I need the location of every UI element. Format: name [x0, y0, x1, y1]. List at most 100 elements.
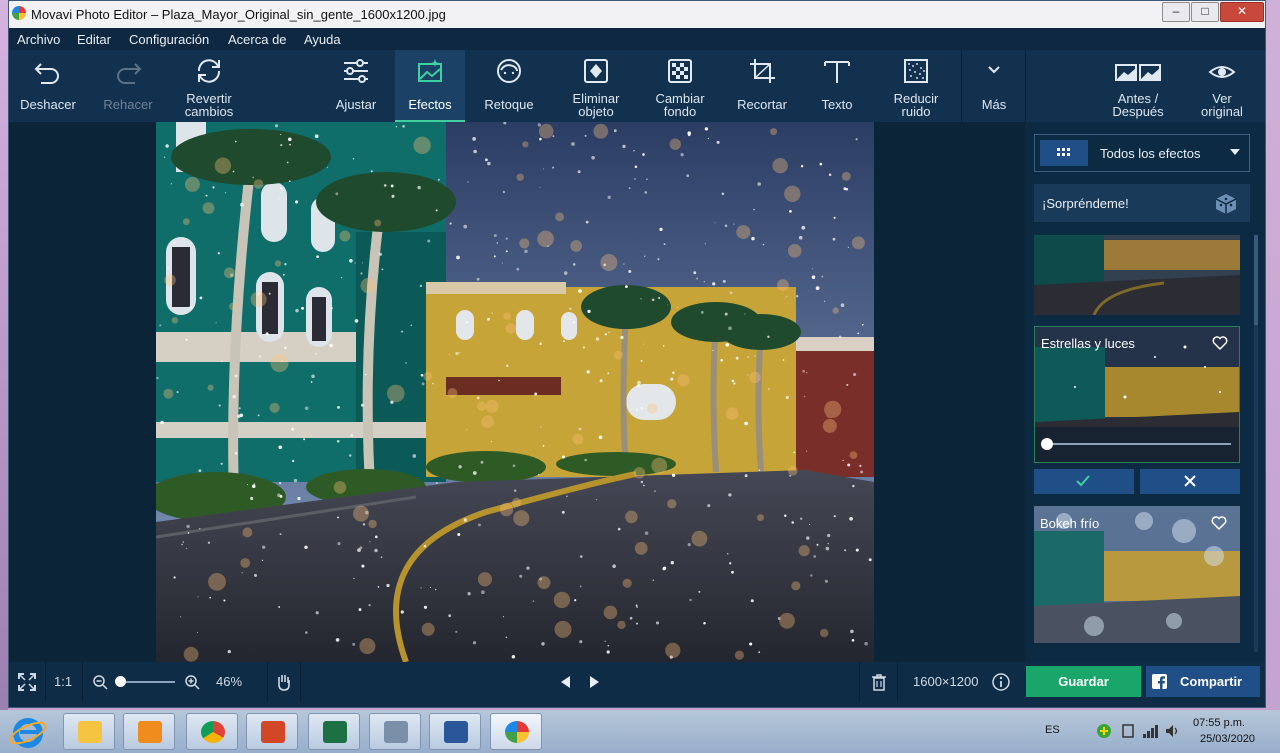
retouch-tab[interactable]: Retoque	[473, 50, 545, 122]
star-sparkle	[789, 210, 792, 213]
star-sparkle	[436, 482, 438, 484]
star-sparkle	[827, 533, 831, 538]
star-sparkle	[315, 353, 317, 355]
effect-card-bokeh-frio[interactable]: Bokeh frío	[1034, 506, 1240, 643]
text-tab[interactable]: Texto	[801, 50, 873, 122]
network-device-icon[interactable]	[1120, 723, 1136, 739]
effects-category-dropdown[interactable]: Todos los efectos	[1034, 134, 1250, 172]
next-image-icon[interactable]	[588, 674, 602, 690]
star-sparkle	[584, 458, 587, 462]
star-sparkle	[731, 379, 735, 383]
star-sparkle	[843, 187, 847, 191]
star-sparkle	[207, 541, 211, 544]
taskbar-movavi[interactable]	[490, 713, 542, 750]
taskbar-calculator[interactable]	[369, 713, 421, 750]
star-sparkle	[644, 191, 648, 194]
star-sparkle	[625, 285, 628, 288]
minimize-button[interactable]: –	[1162, 2, 1190, 22]
favorite-heart-icon[interactable]	[1212, 335, 1228, 351]
star-sparkle	[253, 573, 258, 577]
star-sparkle	[613, 129, 617, 133]
star-sparkle	[238, 407, 241, 410]
taskbar-file-explorer[interactable]	[63, 713, 115, 750]
apply-effect-button[interactable]	[1034, 469, 1134, 494]
language-indicator[interactable]: ES	[1045, 724, 1060, 736]
clock-date[interactable]: 25/03/2020	[1200, 733, 1255, 745]
trash-icon[interactable]	[871, 673, 887, 691]
crop-tab[interactable]: Recortar	[725, 50, 799, 122]
save-button[interactable]: Guardar	[1026, 666, 1141, 697]
fullscreen-icon[interactable]	[17, 672, 37, 692]
menu-configuracion[interactable]: Configuración	[129, 32, 209, 47]
hand-pan-icon[interactable]	[275, 672, 293, 692]
share-button[interactable]: Compartir	[1146, 666, 1260, 697]
remove-object-tab[interactable]: Eliminar objeto	[557, 50, 635, 122]
view-original-button[interactable]: Ver original	[1185, 50, 1259, 122]
taskbar-powerpoint[interactable]	[246, 713, 298, 750]
bokeh-light	[851, 236, 865, 250]
star-sparkle	[241, 572, 243, 574]
taskbar-media-player[interactable]	[123, 713, 175, 750]
reduce-noise-tab[interactable]: Reducir ruido	[879, 50, 953, 122]
favorite-heart-icon[interactable]	[1211, 515, 1227, 531]
star-sparkle	[182, 541, 184, 543]
volume-icon[interactable]	[1164, 723, 1180, 739]
star-sparkle	[796, 295, 799, 298]
star-sparkle	[365, 373, 367, 376]
surprise-me-button[interactable]: ¡Sorpréndeme!	[1034, 184, 1250, 222]
star-sparkle	[811, 275, 816, 279]
star-sparkle	[707, 137, 710, 140]
bokeh-light	[691, 530, 708, 547]
star-sparkle	[687, 133, 691, 137]
redo-button[interactable]: Rehacer	[91, 50, 165, 122]
maximize-button[interactable]: □	[1191, 2, 1219, 22]
effect-card-estrellas-y-luces[interactable]: Estrellas y luces	[1034, 326, 1240, 463]
menu-acerca-de[interactable]: Acerca de	[228, 32, 287, 47]
photo-canvas[interactable]	[156, 122, 874, 662]
scrollbar-thumb[interactable]	[1254, 235, 1258, 325]
info-icon[interactable]	[991, 672, 1011, 692]
bokeh-light	[749, 371, 761, 384]
star-sparkle	[350, 434, 354, 437]
change-background-tab[interactable]: Cambiar fondo	[641, 50, 719, 122]
star-sparkle	[189, 305, 193, 309]
intensity-slider-thumb[interactable]	[1041, 438, 1053, 450]
panel-scrollbar[interactable]	[1254, 235, 1258, 652]
bokeh-light	[519, 238, 530, 249]
internet-explorer-icon[interactable]	[8, 712, 48, 752]
star-sparkle	[538, 473, 540, 476]
security-tray-icon[interactable]	[1096, 723, 1112, 739]
star-sparkle	[642, 153, 645, 156]
signal-icon[interactable]	[1142, 723, 1160, 739]
bokeh-light	[240, 558, 251, 568]
close-button[interactable]: ✕	[1220, 2, 1264, 22]
star-sparkle	[491, 312, 493, 314]
zoom-out-icon[interactable]	[92, 674, 108, 690]
undo-button[interactable]: Deshacer	[11, 50, 85, 122]
zoom-in-icon[interactable]	[184, 674, 200, 690]
more-tools-button[interactable]: Más	[963, 50, 1025, 122]
zoom-slider-thumb[interactable]	[114, 676, 126, 687]
revert-changes-button[interactable]: Revertir cambios	[173, 50, 245, 122]
effect-thumbnail-previous[interactable]	[1034, 235, 1240, 315]
menu-ayuda[interactable]: Ayuda	[304, 32, 341, 47]
before-after-button[interactable]: Antes / Después	[1099, 50, 1177, 122]
bokeh-light	[736, 225, 751, 240]
previous-image-icon[interactable]	[558, 674, 572, 690]
caret-down-icon	[1229, 146, 1241, 158]
intensity-slider-track[interactable]	[1047, 443, 1231, 445]
actual-size-button[interactable]: 1:1	[54, 674, 72, 689]
taskbar-chrome[interactable]	[186, 713, 238, 750]
taskbar-word[interactable]	[429, 713, 481, 750]
adjust-tab[interactable]: Ajustar	[319, 50, 393, 122]
menu-editar[interactable]: Editar	[77, 32, 111, 47]
star-sparkle	[295, 308, 299, 313]
effects-tab[interactable]: Efectos	[395, 50, 465, 122]
star-sparkle	[261, 559, 264, 562]
star-sparkle	[368, 603, 371, 607]
clock-time[interactable]: 07:55 p.m.	[1193, 717, 1245, 729]
menu-archivo[interactable]: Archivo	[17, 32, 60, 47]
cancel-effect-button[interactable]	[1140, 469, 1240, 494]
taskbar-excel[interactable]	[308, 713, 360, 750]
dice-icon	[1215, 193, 1237, 215]
